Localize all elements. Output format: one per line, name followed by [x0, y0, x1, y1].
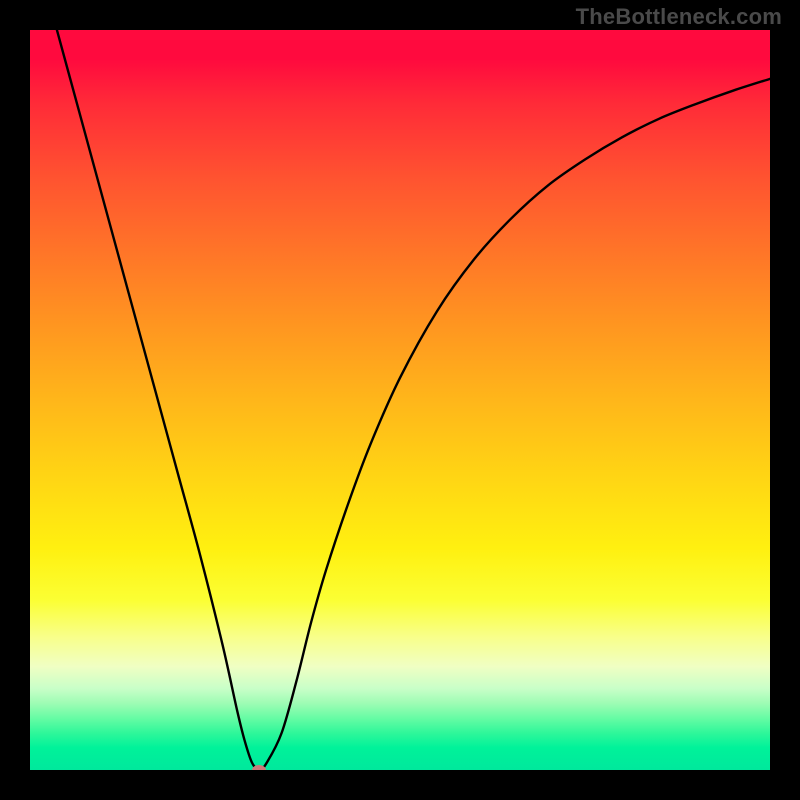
chart-frame: TheBottleneck.com: [0, 0, 800, 800]
bottleneck-curve: [30, 30, 770, 770]
plot-area: [30, 30, 770, 770]
watermark-text: TheBottleneck.com: [576, 4, 782, 30]
optimal-point-marker: [252, 765, 266, 770]
